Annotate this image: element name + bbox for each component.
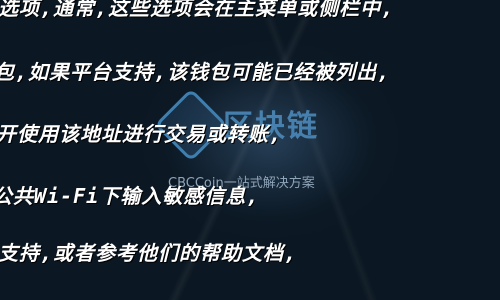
overlay-text-line: 公共Wi-Fi下输入敏感信息, bbox=[0, 184, 260, 208]
overlay-text-line: 选项,通常,这些选项会在主菜单或侧栏中, bbox=[0, 0, 395, 20]
overlay-text-line: 开使用该地址进行交易或转账, bbox=[0, 122, 283, 146]
overlay-text-line: 支持,或者参考他们的帮助文档, bbox=[0, 241, 298, 265]
overlay-text-line: 包,如果平台支持,该钱包可能已经被列出, bbox=[0, 60, 391, 84]
